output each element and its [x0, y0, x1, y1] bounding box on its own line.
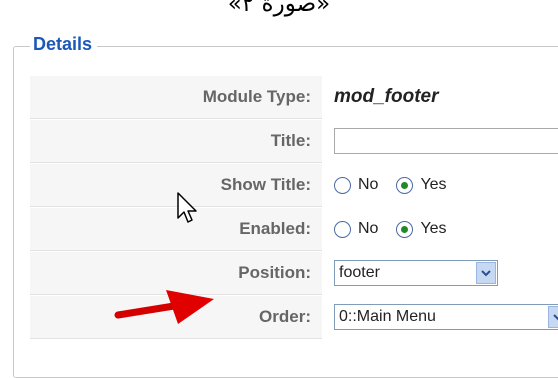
module-type-label: Module Type:	[202, 87, 311, 106]
show-title-label: Show Title:	[220, 175, 311, 194]
enabled-yes-label[interactable]: Yes	[420, 220, 446, 238]
enabled-no-radio[interactable]	[334, 220, 351, 238]
details-form: Module Type: mod_footer Title: Show Titl…	[30, 75, 558, 339]
show-title-yes-radio[interactable]	[396, 176, 414, 194]
position-label: Position:	[238, 263, 311, 282]
order-select-value: 0::Main Menu	[339, 308, 436, 325]
mouse-cursor-icon	[177, 192, 197, 223]
enabled-label: Enabled:	[239, 219, 311, 238]
position-row: Position: footer	[30, 251, 558, 295]
show-title-row: Show Title: No Yes	[30, 163, 558, 207]
enabled-radio-group: No Yes	[334, 207, 465, 251]
details-legend: Details	[30, 34, 98, 55]
module-type-row: Module Type: mod_footer	[30, 75, 558, 119]
title-input[interactable]	[334, 128, 558, 154]
show-title-yes-label[interactable]: Yes	[420, 176, 446, 194]
image-caption: «صورة ٢»	[227, 0, 331, 17]
order-label: Order:	[259, 307, 311, 326]
red-arrow-icon	[114, 290, 214, 324]
show-title-no-radio[interactable]	[334, 176, 351, 194]
chevron-down-icon[interactable]	[476, 262, 496, 284]
enabled-no-label[interactable]: No	[358, 220, 378, 238]
order-select[interactable]: 0::Main Menu	[334, 304, 558, 330]
show-title-radio-group: No Yes	[334, 163, 465, 207]
enabled-row: Enabled: No Yes	[30, 207, 558, 251]
chevron-down-icon[interactable]	[548, 306, 558, 328]
title-row: Title:	[30, 119, 558, 163]
enabled-yes-radio[interactable]	[396, 220, 414, 238]
module-type-value: mod_footer	[334, 86, 439, 107]
title-label: Title:	[270, 131, 311, 150]
position-select[interactable]: footer	[334, 260, 498, 286]
order-row: Order: 0::Main Menu	[30, 295, 558, 339]
show-title-no-label[interactable]: No	[358, 176, 378, 194]
position-select-value: footer	[339, 264, 380, 281]
